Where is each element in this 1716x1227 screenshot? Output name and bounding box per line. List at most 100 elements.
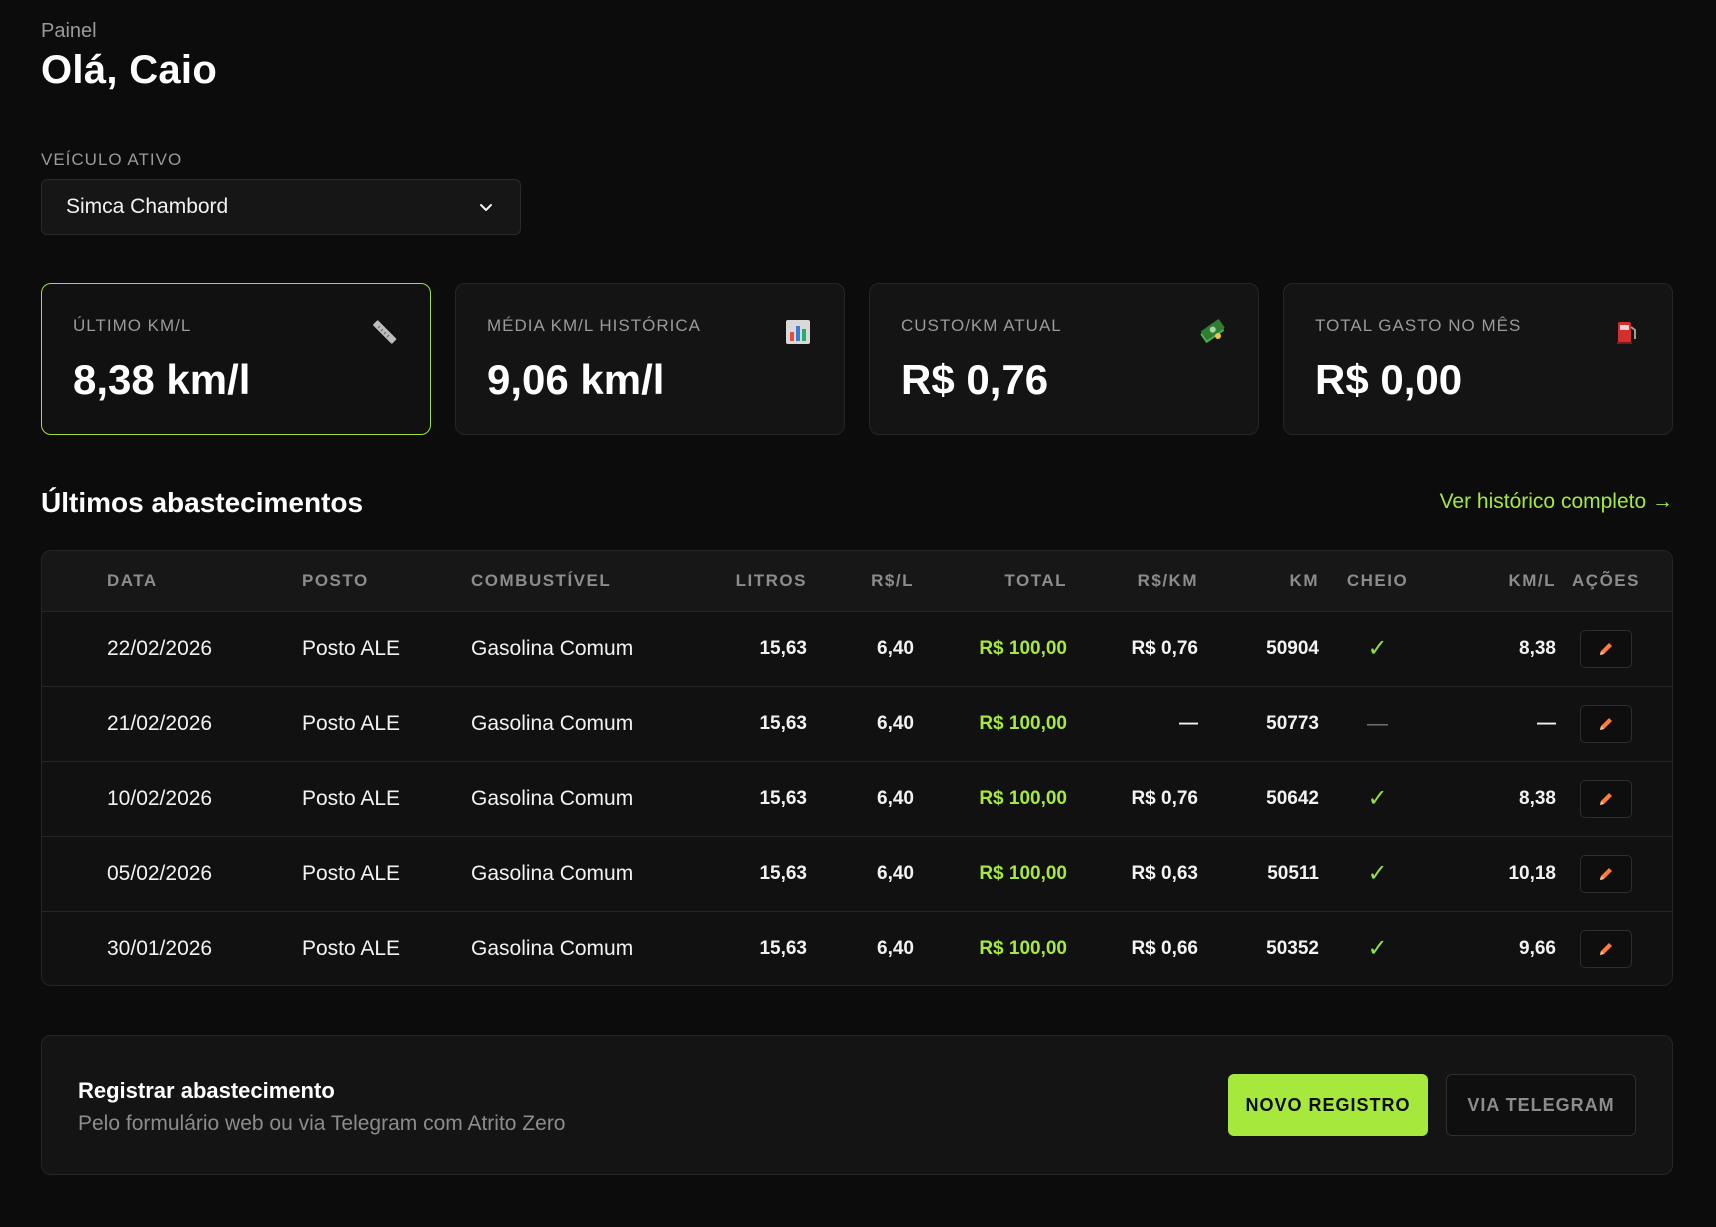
cell-price-per-liter: 6,40 bbox=[877, 712, 914, 734]
cell-km-per-liter: 10,18 bbox=[1508, 862, 1556, 884]
stat-value: R$ 0,00 bbox=[1315, 356, 1463, 403]
column-header: COMBUSTÍVEL bbox=[471, 570, 612, 590]
column-header: DATA bbox=[107, 570, 158, 590]
cell-fuel: Gasolina Comum bbox=[471, 786, 634, 810]
cell-date: 30/01/2026 bbox=[107, 936, 213, 960]
cell-km: 50773 bbox=[1266, 712, 1319, 734]
pencil-icon bbox=[1600, 867, 1612, 880]
cell-cost-per-km: — bbox=[1179, 712, 1198, 734]
cell-total: R$ 100,00 bbox=[979, 862, 1067, 884]
cell-date: 21/02/2026 bbox=[107, 711, 213, 735]
cell-total: R$ 100,00 bbox=[979, 712, 1067, 734]
dashboard-page: Painel Olá, Caio VEÍCULO ATIVO Simca Cha… bbox=[0, 0, 1716, 1227]
column-header: LITROS bbox=[735, 570, 807, 590]
cell-liters: 15,63 bbox=[759, 712, 807, 734]
cell-total: R$ 100,00 bbox=[979, 937, 1067, 959]
cell-km-per-liter: — bbox=[1537, 712, 1556, 734]
stat-value: 8,38 km/l bbox=[73, 356, 251, 403]
edit-button[interactable] bbox=[1580, 929, 1632, 968]
cell-date: 05/02/2026 bbox=[107, 861, 213, 885]
column-header: KM/L bbox=[1508, 570, 1556, 590]
stat-label: MÉDIA KM/L HISTÓRICA bbox=[487, 316, 701, 335]
edit-button[interactable] bbox=[1580, 629, 1632, 668]
table-row: 21/02/2026 Posto ALE Gasolina Comum 15,6… bbox=[42, 686, 1672, 761]
stat-card-last-kml: ÚLTIMO KM/L 8,38 km/l bbox=[41, 283, 431, 435]
column-header: R$/KM bbox=[1137, 570, 1198, 590]
cell-total: R$ 100,00 bbox=[979, 637, 1067, 659]
cell-price-per-liter: 6,40 bbox=[877, 937, 914, 959]
pencil-icon bbox=[1600, 942, 1612, 955]
column-header: POSTO bbox=[302, 570, 369, 590]
cell-km: 50904 bbox=[1266, 637, 1319, 659]
table-row: 22/02/2026 Posto ALE Gasolina Comum 15,6… bbox=[42, 611, 1672, 686]
stat-value: R$ 0,76 bbox=[901, 356, 1049, 403]
view-history-link[interactable]: Ver histórico completo → bbox=[1440, 490, 1673, 514]
ruler-icon bbox=[370, 318, 398, 346]
fuel-pump-icon bbox=[1612, 318, 1640, 346]
column-header: KM bbox=[1289, 570, 1319, 590]
cell-cost-per-km: R$ 0,66 bbox=[1131, 937, 1198, 959]
cell-actions bbox=[1556, 836, 1656, 911]
column-header: AÇÕES bbox=[1572, 570, 1640, 590]
cell-km: 50642 bbox=[1266, 787, 1319, 809]
cell-full-tank: ✓ bbox=[1367, 935, 1388, 963]
refuel-table: DATA POSTO COMBUSTÍVEL LITROS R$/L TOTAL… bbox=[41, 550, 1673, 986]
vehicle-select[interactable]: Simca Chambord bbox=[41, 179, 521, 235]
cell-date: 22/02/2026 bbox=[107, 636, 213, 660]
cell-km: 50352 bbox=[1266, 937, 1319, 959]
cell-station: Posto ALE bbox=[302, 786, 401, 810]
register-title: Registrar abastecimento bbox=[78, 1078, 335, 1103]
cell-full-tank: ✓ bbox=[1367, 635, 1388, 662]
register-subtitle: Pelo formulário web ou via Telegram com … bbox=[78, 1112, 566, 1135]
stat-label: ÚLTIMO KM/L bbox=[73, 316, 192, 335]
table-row: 05/02/2026 Posto ALE Gasolina Comum 15,6… bbox=[42, 836, 1672, 911]
cell-station: Posto ALE bbox=[302, 636, 401, 660]
cell-liters: 15,63 bbox=[759, 937, 807, 959]
edit-button[interactable] bbox=[1580, 854, 1632, 893]
section-title: Últimos abastecimentos bbox=[41, 487, 364, 518]
cell-fuel: Gasolina Comum bbox=[471, 711, 634, 735]
cell-actions bbox=[1556, 911, 1656, 985]
cell-full-tank: ✓ bbox=[1367, 860, 1388, 887]
cell-km: 50511 bbox=[1267, 862, 1319, 884]
vehicle-label: VEÍCULO ATIVO bbox=[41, 150, 183, 169]
new-record-button[interactable]: NOVO REGISTRO bbox=[1228, 1074, 1428, 1136]
cell-full-tank: ✓ bbox=[1367, 785, 1388, 812]
register-panel: Registrar abastecimento Pelo formulário … bbox=[41, 1035, 1673, 1175]
cell-liters: 15,63 bbox=[759, 787, 807, 809]
table-header-row: DATA POSTO COMBUSTÍVEL LITROS R$/L TOTAL… bbox=[42, 551, 1672, 611]
pencil-icon bbox=[1600, 642, 1612, 655]
stat-card-avg-kml: MÉDIA KM/L HISTÓRICA 9,06 km/l bbox=[455, 283, 845, 435]
cell-full-tank: — bbox=[1367, 711, 1388, 735]
cell-price-per-liter: 6,40 bbox=[877, 787, 914, 809]
cell-cost-per-km: R$ 0,76 bbox=[1131, 637, 1198, 659]
cell-station: Posto ALE bbox=[302, 711, 401, 735]
pencil-icon bbox=[1600, 792, 1612, 805]
edit-button[interactable] bbox=[1580, 704, 1632, 743]
pencil-icon bbox=[1600, 717, 1612, 730]
bar-chart-icon bbox=[784, 318, 812, 346]
table-row: 10/02/2026 Posto ALE Gasolina Comum 15,6… bbox=[42, 761, 1672, 836]
edit-button[interactable] bbox=[1580, 779, 1632, 818]
cell-km-per-liter: 8,38 bbox=[1519, 787, 1556, 809]
money-icon bbox=[1198, 318, 1226, 346]
breadcrumb: Painel bbox=[41, 20, 97, 42]
cell-liters: 15,63 bbox=[759, 637, 807, 659]
telegram-button[interactable]: VIA TELEGRAM bbox=[1446, 1074, 1636, 1136]
page-title: Olá, Caio bbox=[41, 48, 218, 92]
stat-label: CUSTO/KM ATUAL bbox=[901, 316, 1062, 335]
cell-fuel: Gasolina Comum bbox=[471, 936, 634, 960]
cell-cost-per-km: R$ 0,63 bbox=[1131, 862, 1198, 884]
cell-total: R$ 100,00 bbox=[979, 787, 1067, 809]
cell-cost-per-km: R$ 0,76 bbox=[1131, 787, 1198, 809]
cell-date: 10/02/2026 bbox=[107, 786, 213, 810]
cell-station: Posto ALE bbox=[302, 936, 401, 960]
cell-actions bbox=[1556, 611, 1656, 686]
vehicle-select-value: Simca Chambord bbox=[66, 195, 229, 218]
cell-liters: 15,63 bbox=[759, 862, 807, 884]
cell-km-per-liter: 8,38 bbox=[1519, 637, 1556, 659]
cell-actions bbox=[1556, 761, 1656, 836]
cell-fuel: Gasolina Comum bbox=[471, 636, 634, 660]
column-header: CHEIO bbox=[1346, 570, 1409, 590]
cell-fuel: Gasolina Comum bbox=[471, 861, 634, 885]
